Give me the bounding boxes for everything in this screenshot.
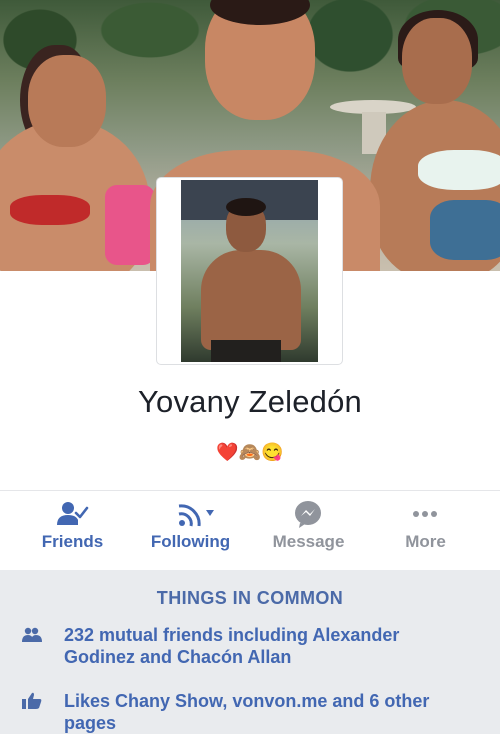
cover-person-right-top xyxy=(418,150,500,190)
friends-button[interactable]: Friends xyxy=(10,491,135,569)
messenger-icon xyxy=(246,499,371,529)
message-button[interactable]: Message xyxy=(246,491,371,569)
following-button[interactable]: Following xyxy=(128,491,253,569)
rss-feed-icon xyxy=(128,499,253,529)
profile-action-bar: Friends Following Message More xyxy=(0,490,500,569)
more-dots-icon xyxy=(363,499,488,529)
cover-person-right-shorts xyxy=(430,200,500,260)
mutual-friends-icon xyxy=(22,626,42,644)
cover-pink-bag xyxy=(105,185,155,265)
likes-text: Likes Chany Show, vonvon.me and 6 other … xyxy=(64,691,430,733)
following-label: Following xyxy=(150,532,231,551)
things-in-common-title: THINGS IN COMMON xyxy=(156,588,344,608)
cover-person-right-face xyxy=(402,18,472,104)
friends-label: Friends xyxy=(41,532,104,551)
profile-picture-frame[interactable] xyxy=(157,178,342,364)
more-button[interactable]: More xyxy=(363,491,488,569)
message-label: Message xyxy=(272,532,345,551)
things-in-common-section: THINGS IN COMMON 232 mutual friends incl… xyxy=(0,570,500,734)
profile-picture-hair xyxy=(226,198,266,216)
profile-picture-torso xyxy=(201,250,301,350)
friends-check-icon xyxy=(10,499,135,529)
thumbs-up-icon xyxy=(22,692,42,710)
more-label: More xyxy=(405,532,446,551)
mutual-friends-text: 232 mutual friends including Alexander G… xyxy=(64,625,400,667)
profile-picture-shorts xyxy=(211,340,281,362)
profile-picture[interactable] xyxy=(181,180,318,362)
profile-bio: ❤️🙈😋 xyxy=(216,442,284,462)
cover-person-left-face xyxy=(28,55,106,147)
profile-name: Yovany Zeledón xyxy=(138,384,362,419)
cover-person-left-swimsuit xyxy=(10,195,90,225)
